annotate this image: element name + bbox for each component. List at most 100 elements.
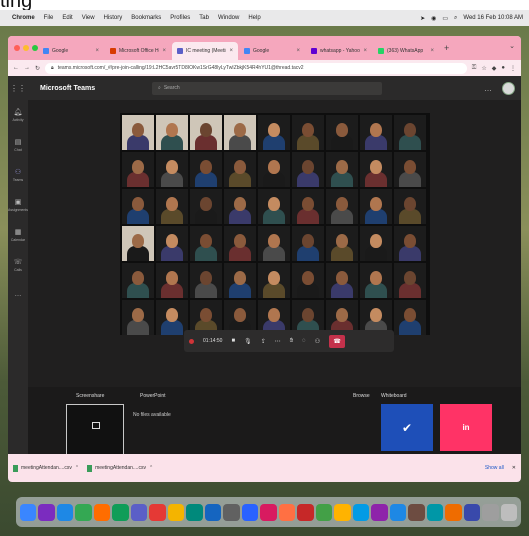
dock-app-icon[interactable] <box>93 503 111 521</box>
menu-history[interactable]: History <box>104 15 123 21</box>
dock-app-icon[interactable] <box>371 503 388 521</box>
browser-tab[interactable]: Google × <box>239 42 305 60</box>
dock-app-icon[interactable] <box>500 503 518 521</box>
participants-icon[interactable]: ⚇ <box>315 338 320 345</box>
tab-search-icon[interactable]: ⌄ <box>509 42 515 50</box>
participant-video-tile[interactable] <box>292 263 324 298</box>
dock-app-icon[interactable] <box>352 503 370 521</box>
microsoft-whiteboard-tile[interactable]: ✔ <box>381 404 433 451</box>
raise-hand-icon[interactable]: ✋︎ <box>290 338 293 345</box>
close-tab-icon[interactable]: × <box>229 48 233 54</box>
close-tab-icon[interactable]: × <box>430 48 434 54</box>
participant-video-tile[interactable] <box>360 152 392 187</box>
participant-video-tile[interactable] <box>190 152 222 187</box>
participant-video-tile[interactable] <box>156 300 188 335</box>
participant-video-tile[interactable] <box>394 115 426 150</box>
participant-video-tile[interactable] <box>258 189 290 224</box>
participant-video-tile[interactable] <box>394 300 426 335</box>
dock-app-icon[interactable] <box>112 503 129 521</box>
menu-help[interactable]: Help <box>248 15 260 21</box>
url-field[interactable]: 🔒︎ teams.microsoft.com/_#/pre-join-calli… <box>45 62 467 74</box>
more-options-icon[interactable]: … <box>484 84 492 93</box>
participant-video-tile[interactable] <box>122 300 154 335</box>
participant-video-tile[interactable] <box>190 189 222 224</box>
download-item[interactable]: meetingAttendan....csv ⌃ <box>87 464 153 472</box>
browser-tab[interactable]: IC meeting (Meeting)× <box>172 42 238 60</box>
rail-item[interactable]: … <box>8 280 28 310</box>
dock-app-icon[interactable] <box>38 503 55 521</box>
chat-icon[interactable]: ◌ <box>302 338 306 344</box>
participant-video-tile[interactable] <box>122 189 154 224</box>
avatar[interactable] <box>502 81 515 95</box>
freehand-invision-tile[interactable]: in <box>440 404 492 451</box>
dock-app-icon[interactable] <box>75 503 92 521</box>
dock-app-icon[interactable] <box>334 503 351 521</box>
participant-video-tile[interactable] <box>292 226 324 261</box>
menu-edit[interactable]: Edit <box>62 15 72 21</box>
participant-video-tile[interactable] <box>122 226 154 261</box>
dock-app-icon[interactable] <box>149 503 166 521</box>
star-icon[interactable]: ☆ <box>481 65 486 72</box>
participant-video-tile[interactable] <box>224 115 256 150</box>
participant-video-tile[interactable] <box>156 226 188 261</box>
browser-tab[interactable]: Google × <box>38 42 104 60</box>
rail-item[interactable]: ☏ Calls <box>8 250 28 280</box>
minimize-window-icon[interactable] <box>23 45 29 51</box>
participant-video-tile[interactable] <box>258 263 290 298</box>
participant-video-tile[interactable] <box>326 226 358 261</box>
participant-video-tile[interactable] <box>258 226 290 261</box>
dock-app-icon[interactable] <box>297 503 314 521</box>
dock-app-icon[interactable] <box>130 503 148 521</box>
participant-video-tile[interactable] <box>190 226 222 261</box>
menu-profiles[interactable]: Profiles <box>170 15 190 21</box>
participant-video-tile[interactable] <box>326 189 358 224</box>
participant-video-tile[interactable] <box>258 152 290 187</box>
participant-video-tile[interactable] <box>360 115 392 150</box>
camera-icon[interactable]: ■ <box>231 338 235 344</box>
close-tab-icon[interactable]: × <box>363 48 367 54</box>
chevron-up-icon[interactable]: ⌃ <box>149 465 153 471</box>
participant-video-tile[interactable] <box>326 115 358 150</box>
participant-video-tile[interactable] <box>190 263 222 298</box>
search-icon[interactable]: ⌕ <box>454 15 457 22</box>
rail-item[interactable]: ▤ Chat <box>8 130 28 160</box>
menu-file[interactable]: File <box>44 15 54 21</box>
participant-video-tile[interactable] <box>394 189 426 224</box>
zoom-window-icon[interactable] <box>32 45 38 51</box>
participant-video-tile[interactable] <box>292 115 324 150</box>
close-downloads-icon[interactable]: ✕ <box>512 465 516 471</box>
participant-video-tile[interactable] <box>156 152 188 187</box>
dock-app-icon[interactable] <box>20 503 37 521</box>
participant-video-tile[interactable] <box>292 189 324 224</box>
wifi-icon[interactable]: ◉ <box>431 15 436 22</box>
key-icon[interactable]: ⚿ <box>472 65 477 72</box>
mic-icon[interactable]: 🎙︎ <box>244 338 252 345</box>
dock-app-icon[interactable] <box>389 503 407 521</box>
participant-video-tile[interactable] <box>258 115 290 150</box>
dock-app-icon[interactable] <box>241 503 259 521</box>
participant-video-tile[interactable] <box>224 152 256 187</box>
new-tab-button[interactable]: + <box>444 43 449 53</box>
location-icon[interactable]: ➤ <box>420 15 425 22</box>
dock-app-icon[interactable] <box>315 503 333 521</box>
close-window-icon[interactable] <box>14 45 20 51</box>
participant-video-tile[interactable] <box>360 189 392 224</box>
dock-app-icon[interactable] <box>408 503 425 521</box>
rail-item[interactable]: ▦ Calendar <box>8 220 28 250</box>
share-icon[interactable]: ⇪ <box>261 338 266 345</box>
participant-video-tile[interactable] <box>394 226 426 261</box>
participant-video-tile[interactable] <box>326 263 358 298</box>
participant-video-tile[interactable] <box>394 263 426 298</box>
dock-app-icon[interactable] <box>260 503 277 521</box>
dock-app-icon[interactable] <box>186 503 203 521</box>
rail-item[interactable]: ⚇ Teams <box>8 160 28 190</box>
dock-app-icon[interactable] <box>167 503 185 521</box>
battery-icon[interactable]: ▭ <box>442 15 448 22</box>
participant-video-tile[interactable] <box>122 115 154 150</box>
more-icon[interactable]: ⋯ <box>275 338 281 345</box>
participant-video-tile[interactable] <box>224 263 256 298</box>
close-tab-icon[interactable]: × <box>296 48 300 54</box>
search-input[interactable]: ⌕ Search <box>152 81 382 95</box>
participant-video-tile[interactable] <box>190 115 222 150</box>
reload-icon[interactable]: ↻ <box>35 65 40 72</box>
